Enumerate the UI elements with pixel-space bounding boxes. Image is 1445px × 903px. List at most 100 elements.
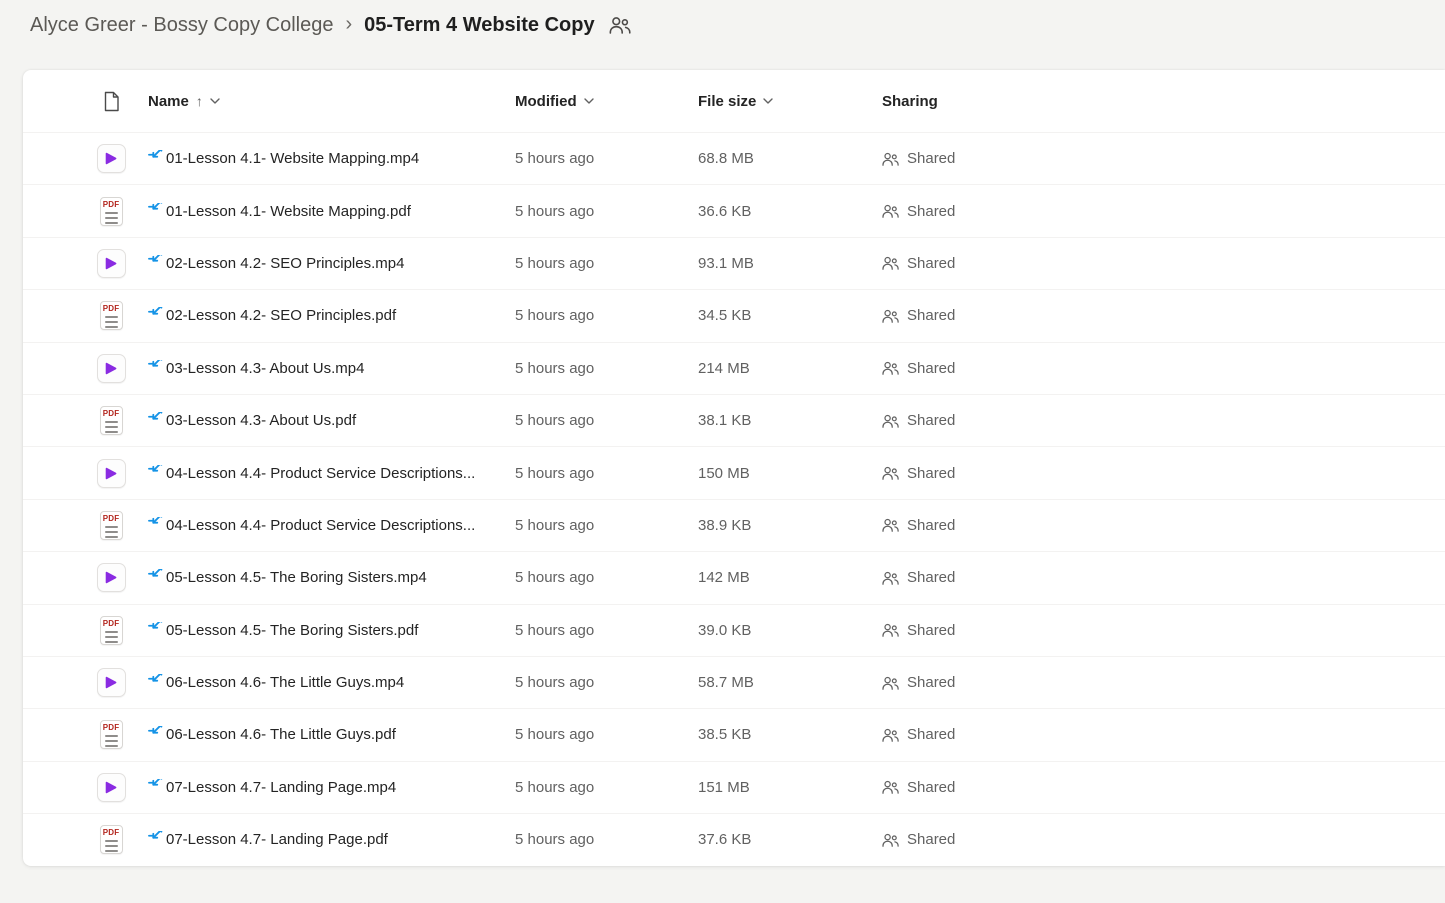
column-file-type[interactable] (85, 91, 137, 112)
chevron-down-icon (584, 98, 594, 104)
file-name[interactable]: 03-Lesson 4.3- About Us.mp4 (166, 360, 364, 377)
sharing-label: Shared (907, 622, 955, 639)
file-row[interactable]: PDF 04-Lesson 4.4- Product Service Descr… (23, 446, 1445, 498)
file-name[interactable]: 06-Lesson 4.6- The Little Guys.mp4 (166, 674, 404, 691)
column-label-modified: Modified (515, 93, 577, 110)
file-type-cell: PDF (85, 249, 137, 278)
modified-cell: 5 hours ago (515, 465, 698, 482)
sharing-cell[interactable]: Shared (882, 622, 1445, 639)
file-name-cell: 02-Lesson 4.2- SEO Principles.pdf (137, 307, 515, 324)
file-name-cell: 07-Lesson 4.7- Landing Page.pdf (137, 831, 515, 848)
modified-value: 5 hours ago (515, 569, 594, 586)
file-name[interactable]: 04-Lesson 4.4- Product Service Descripti… (166, 517, 475, 534)
file-type-cell: PDF (85, 511, 137, 540)
file-size-value: 34.5 KB (698, 307, 751, 324)
sharing-cell[interactable]: Shared (882, 412, 1445, 429)
file-name[interactable]: 05-Lesson 4.5- The Boring Sisters.pdf (166, 622, 418, 639)
file-row[interactable]: PDF 06-Lesson 4.6- The Little Guys.mp4 5… (23, 656, 1445, 708)
file-name[interactable]: 03-Lesson 4.3- About Us.pdf (166, 412, 356, 429)
sharing-cell[interactable]: Shared (882, 674, 1445, 691)
sharing-cell[interactable]: Shared (882, 831, 1445, 848)
file-type-cell: PDF (85, 459, 137, 488)
breadcrumb-separator-icon: › (345, 10, 352, 38)
document-icon (103, 91, 120, 112)
file-row[interactable]: PDF 02-Lesson 4.2- SEO Principles.pdf 5 … (23, 289, 1445, 341)
file-row[interactable]: PDF 02-Lesson 4.2- SEO Principles.mp4 5 … (23, 237, 1445, 289)
column-header-sharing[interactable]: Sharing (882, 93, 1445, 110)
file-row[interactable]: PDF 03-Lesson 4.3- About Us.pdf 5 hours … (23, 394, 1445, 446)
sharing-cell[interactable]: Shared (882, 307, 1445, 324)
modified-cell: 5 hours ago (515, 622, 698, 639)
file-row[interactable]: PDF 07-Lesson 4.7- Landing Page.mp4 5 ho… (23, 761, 1445, 813)
modified-value: 5 hours ago (515, 622, 594, 639)
column-header-modified[interactable]: Modified (515, 93, 698, 110)
sharing-cell[interactable]: Shared (882, 465, 1445, 482)
shared-people-icon (882, 414, 899, 428)
file-name-cell: 07-Lesson 4.7- Landing Page.mp4 (137, 779, 515, 796)
file-row[interactable]: PDF 01-Lesson 4.1- Website Mapping.pdf 5… (23, 184, 1445, 236)
modified-cell: 5 hours ago (515, 412, 698, 429)
file-size-value: 38.5 KB (698, 726, 751, 743)
modified-value: 5 hours ago (515, 517, 594, 534)
modified-cell: 5 hours ago (515, 674, 698, 691)
file-row[interactable]: PDF 05-Lesson 4.5- The Boring Sisters.mp… (23, 551, 1445, 603)
file-type-cell: PDF (85, 301, 137, 330)
sharing-cell[interactable]: Shared (882, 255, 1445, 272)
sharing-label: Shared (907, 674, 955, 691)
sharing-cell[interactable]: Shared (882, 150, 1445, 167)
file-name[interactable]: 02-Lesson 4.2- SEO Principles.mp4 (166, 255, 404, 272)
file-size-value: 150 MB (698, 465, 750, 482)
file-size-value: 58.7 MB (698, 674, 754, 691)
file-name-cell: 02-Lesson 4.2- SEO Principles.mp4 (137, 255, 515, 272)
video-play-icon (97, 563, 126, 592)
modified-cell: 5 hours ago (515, 569, 698, 586)
file-name[interactable]: 01-Lesson 4.1- Website Mapping.pdf (166, 203, 411, 220)
file-size-cell: 36.6 KB (698, 203, 882, 220)
shared-people-icon (882, 676, 899, 690)
sharing-label: Shared (907, 203, 955, 220)
pdf-file-icon: PDF (100, 720, 123, 749)
breadcrumb: Alyce Greer - Bossy Copy College › 05-Te… (30, 11, 631, 39)
sharing-label: Shared (907, 255, 955, 272)
file-row[interactable]: PDF 07-Lesson 4.7- Landing Page.pdf 5 ho… (23, 813, 1445, 865)
file-row[interactable]: PDF 04-Lesson 4.4- Product Service Descr… (23, 499, 1445, 551)
sharing-cell[interactable]: Shared (882, 569, 1445, 586)
sharing-cell[interactable]: Shared (882, 517, 1445, 534)
file-name[interactable]: 01-Lesson 4.1- Website Mapping.mp4 (166, 150, 419, 167)
column-header-name[interactable]: Name ↑ (137, 93, 515, 110)
new-item-badge-icon (148, 465, 165, 476)
breadcrumb-parent-link[interactable]: Alyce Greer - Bossy Copy College (30, 11, 333, 39)
new-item-badge-icon (148, 150, 165, 161)
folder-shared-people-icon[interactable] (609, 16, 631, 34)
column-header-file-size[interactable]: File size (698, 93, 882, 110)
file-name[interactable]: 06-Lesson 4.6- The Little Guys.pdf (166, 726, 396, 743)
sharing-cell[interactable]: Shared (882, 779, 1445, 796)
sharing-cell[interactable]: Shared (882, 726, 1445, 743)
file-row[interactable]: PDF 01-Lesson 4.1- Website Mapping.mp4 5… (23, 132, 1445, 184)
file-name[interactable]: 07-Lesson 4.7- Landing Page.pdf (166, 831, 388, 848)
file-list: PDF 01-Lesson 4.1- Website Mapping.mp4 5… (23, 132, 1445, 865)
file-name[interactable]: 04-Lesson 4.4- Product Service Descripti… (166, 465, 475, 482)
sort-ascending-icon: ↑ (196, 93, 203, 109)
new-item-badge-icon (148, 255, 165, 266)
sharing-cell[interactable]: Shared (882, 203, 1445, 220)
sharing-cell[interactable]: Shared (882, 360, 1445, 377)
list-header: Name ↑ Modified File size Sharing (23, 70, 1445, 132)
file-name[interactable]: 02-Lesson 4.2- SEO Principles.pdf (166, 307, 396, 324)
file-size-cell: 39.0 KB (698, 622, 882, 639)
file-size-cell: 150 MB (698, 465, 882, 482)
file-type-cell: PDF (85, 563, 137, 592)
file-row[interactable]: PDF 06-Lesson 4.6- The Little Guys.pdf 5… (23, 708, 1445, 760)
file-row[interactable]: PDF 03-Lesson 4.3- About Us.mp4 5 hours … (23, 342, 1445, 394)
modified-value: 5 hours ago (515, 465, 594, 482)
modified-value: 5 hours ago (515, 360, 594, 377)
new-item-badge-icon (148, 779, 165, 790)
sharing-label: Shared (907, 307, 955, 324)
chevron-down-icon (210, 98, 220, 104)
new-item-badge-icon (148, 412, 165, 423)
file-row[interactable]: PDF 05-Lesson 4.5- The Boring Sisters.pd… (23, 604, 1445, 656)
pdf-file-icon: PDF (100, 825, 123, 854)
file-name[interactable]: 05-Lesson 4.5- The Boring Sisters.mp4 (166, 569, 427, 586)
new-item-badge-icon (148, 622, 165, 633)
file-name[interactable]: 07-Lesson 4.7- Landing Page.mp4 (166, 779, 396, 796)
